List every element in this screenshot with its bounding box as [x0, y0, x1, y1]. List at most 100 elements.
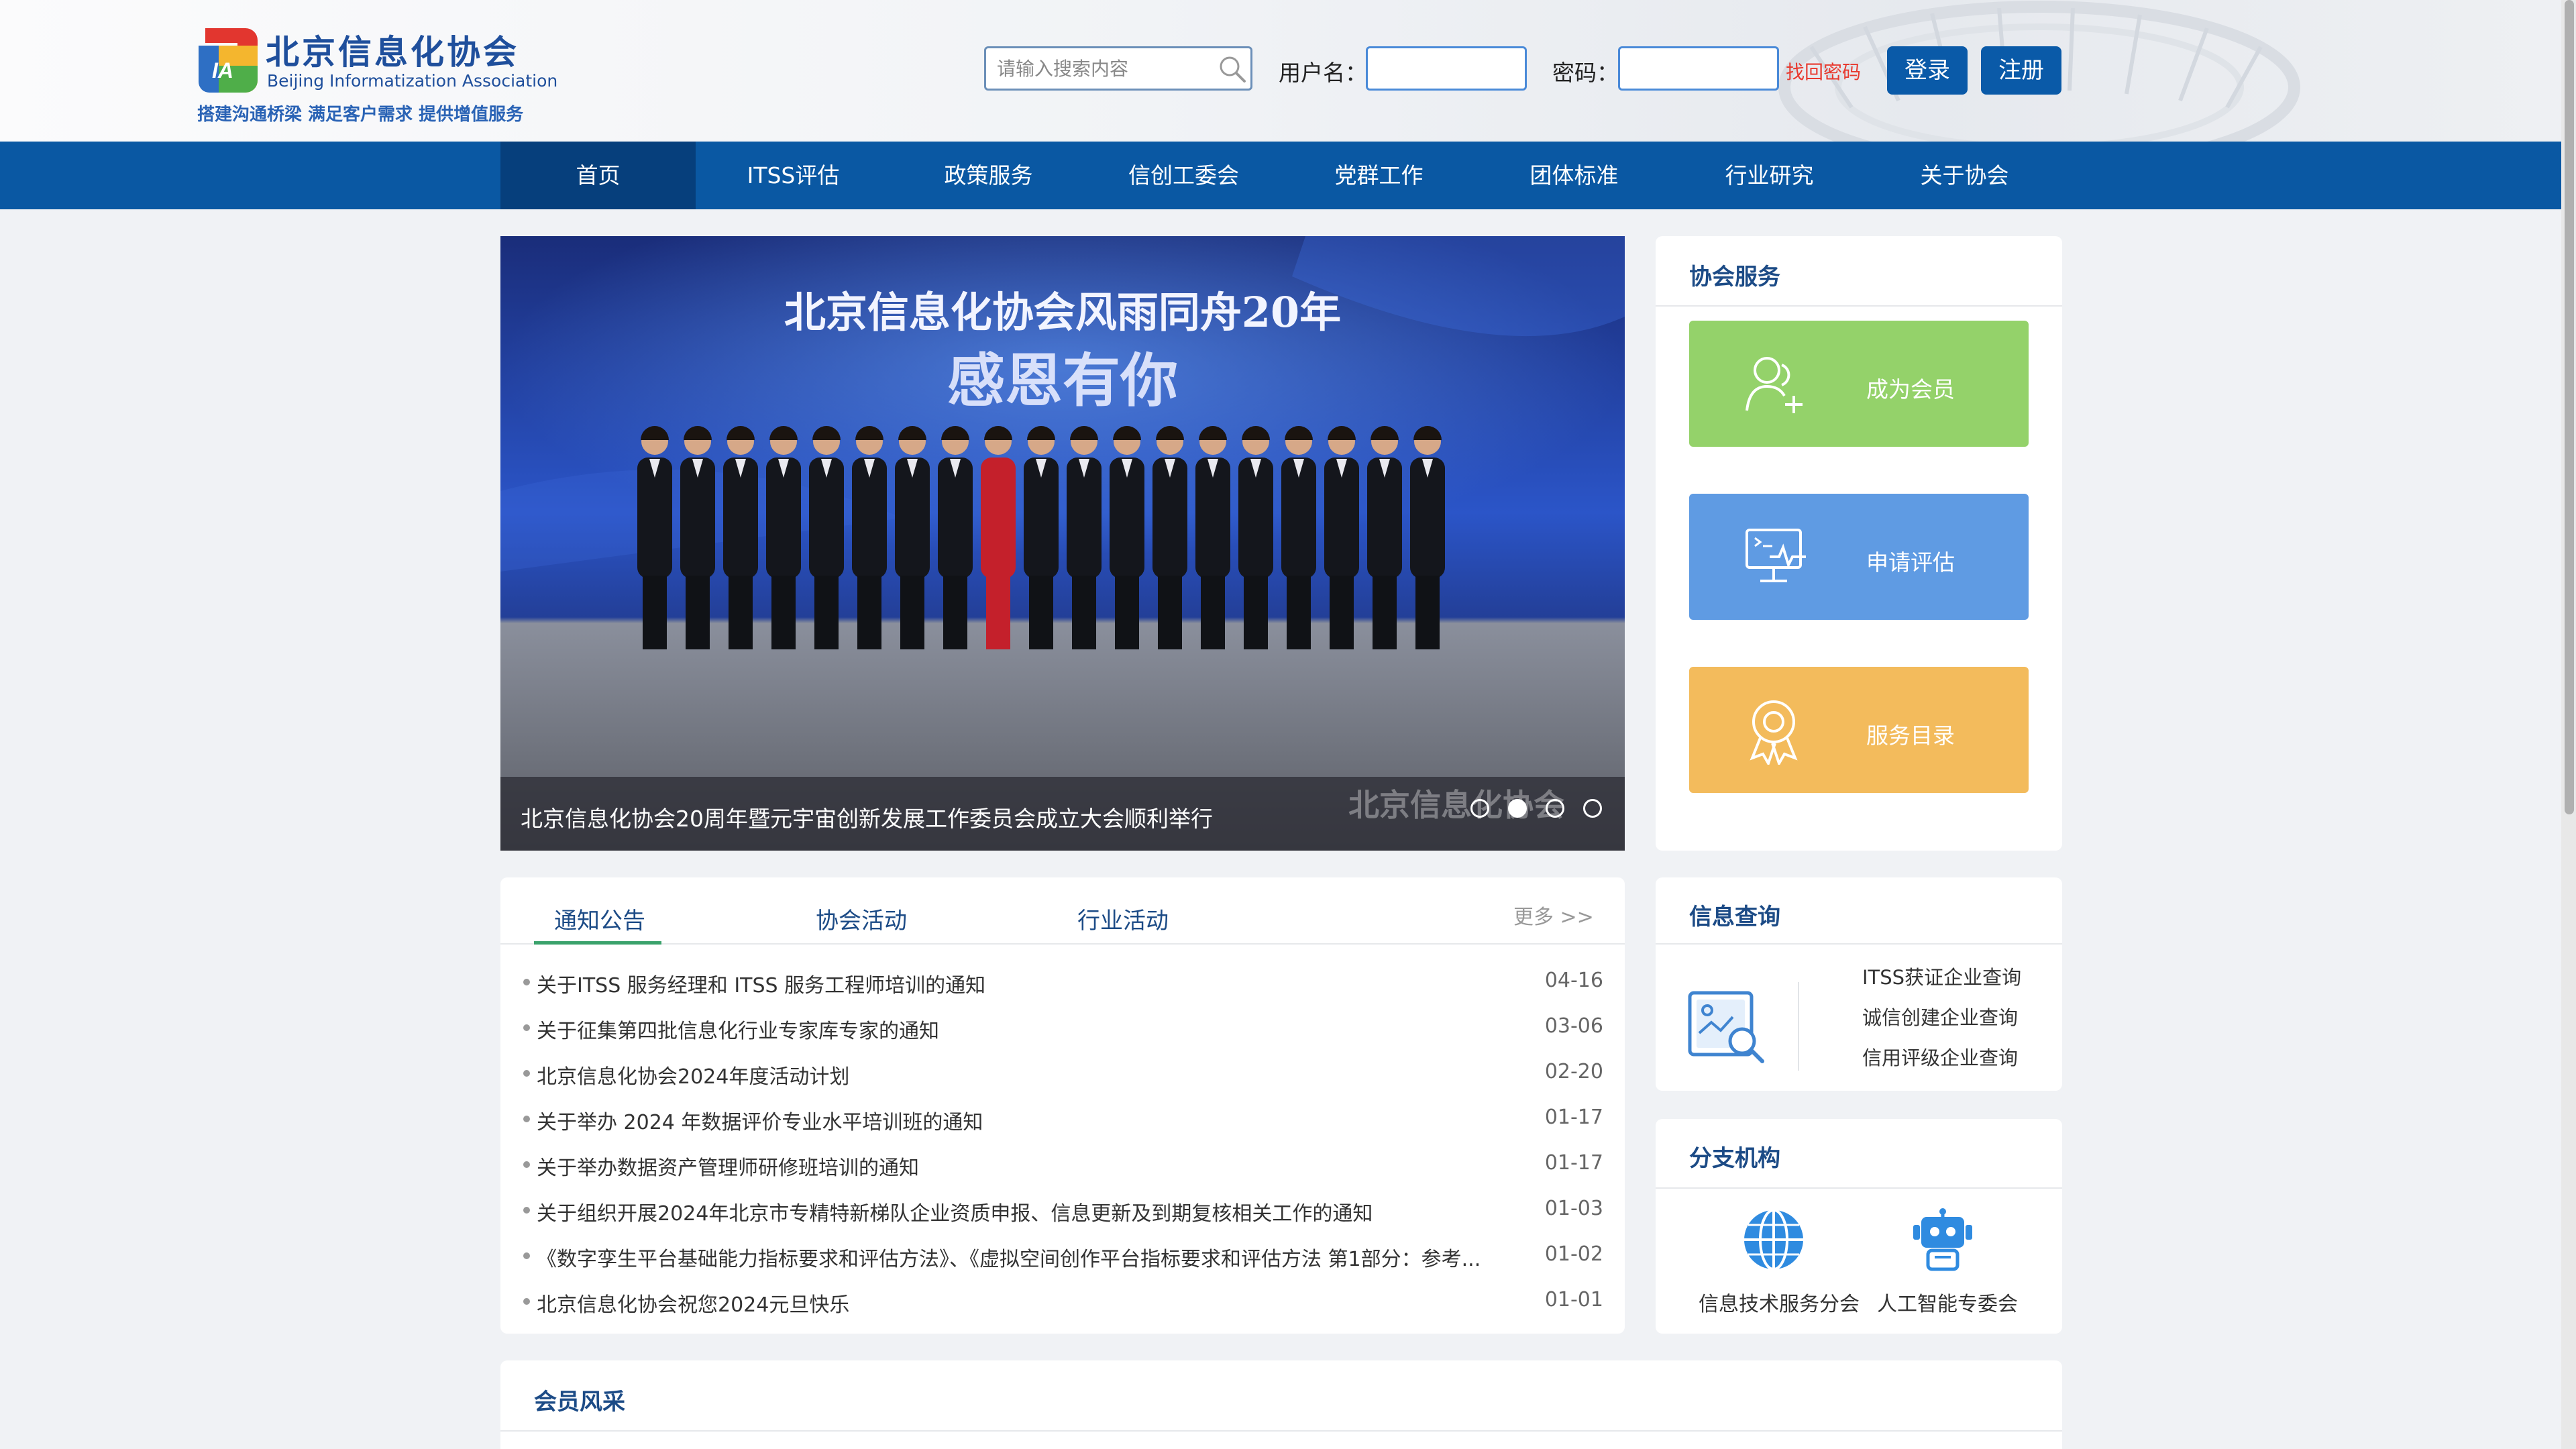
- scrollbar-thumb[interactable]: [2565, 0, 2574, 814]
- query-link-itss[interactable]: ITSS获证企业查询: [1862, 962, 2021, 990]
- nav-item-policy[interactable]: 政策服务: [891, 142, 1086, 209]
- news-title[interactable]: 关于组织开展2024年北京市专精特新梯队企业资质申报、信息更新及到期复核相关工作…: [537, 1197, 1373, 1226]
- news-item[interactable]: 北京信息化协会2024年度活动计划 02-20: [523, 1055, 1603, 1095]
- bullet-icon: [523, 1252, 530, 1259]
- logo-name-en: Beijing Informatization Association: [267, 71, 558, 91]
- search-icon[interactable]: [1217, 54, 1248, 85]
- person-legs: [1201, 576, 1225, 649]
- news-date: 01-03: [1544, 1197, 1603, 1220]
- banner-title-line1: 北京信息化协会风雨同舟20年: [784, 288, 1341, 337]
- service-apply-assessment[interactable]: 申请评估: [1689, 494, 2029, 620]
- photo-watermark: 北京信息化协会: [1348, 787, 1564, 823]
- person-legs: [1244, 576, 1268, 649]
- site-logo[interactable]: IA 北京信息化协会 Beijing Informatization Assoc…: [196, 25, 557, 126]
- branch-ai-committee[interactable]: 人工智能专委会: [1877, 1287, 2018, 1317]
- person-legs: [814, 576, 839, 649]
- site-header: IA 北京信息化协会 Beijing Informatization Assoc…: [0, 0, 2561, 142]
- news-title[interactable]: 关于ITSS 服务经理和 ITSS 服务工程师培训的通知: [537, 969, 985, 998]
- logo-slogan: 搭建沟通桥梁 满足客户需求 提供增值服务: [197, 105, 524, 125]
- news-date: 01-17: [1544, 1106, 1603, 1129]
- service-catalog[interactable]: 服务目录: [1689, 667, 2029, 793]
- branches-divider: [1656, 1187, 2062, 1189]
- document-search-icon: [1688, 991, 1764, 1063]
- carousel-dot-4[interactable]: [1583, 799, 1602, 818]
- news-tab-divider: [500, 943, 1625, 945]
- robot-icon[interactable]: [1911, 1208, 1975, 1272]
- news-title[interactable]: 北京信息化协会2024年度活动计划: [537, 1060, 849, 1089]
- logo-mark-text: IA: [212, 58, 233, 83]
- nav-item-about[interactable]: 关于协会: [1867, 142, 2062, 209]
- carousel-caption[interactable]: 北京信息化协会20周年暨元宇宙创新发展工作委员会成立大会顺利举行: [521, 801, 1213, 833]
- person-legs: [686, 576, 710, 649]
- person-legs: [1158, 576, 1182, 649]
- services-title: 协会服务: [1689, 264, 1780, 290]
- person-legs: [900, 576, 924, 649]
- news-item[interactable]: 《数字孪生平台基础能力指标要求和评估方法》、《虚拟空间创作平台指标要求和评估方法…: [523, 1237, 1603, 1277]
- nav-item-home[interactable]: 首页: [500, 142, 696, 209]
- service-become-member[interactable]: 成为会员: [1689, 321, 2029, 447]
- password-field[interactable]: [1618, 46, 1779, 91]
- query-link-integrity[interactable]: 诚信创建企业查询: [1862, 1002, 2018, 1030]
- news-date: 01-02: [1544, 1242, 1603, 1266]
- tab-industry-activities[interactable]: 行业活动: [1077, 902, 1169, 935]
- search-input[interactable]: [997, 54, 1212, 83]
- news-title[interactable]: 关于举办数据资产管理师研修班培训的通知: [537, 1151, 919, 1181]
- logo-name-cn: 北京信息化协会: [266, 32, 519, 72]
- query-link-credit[interactable]: 信用评级企业查询: [1862, 1042, 2018, 1071]
- carousel-dot-3[interactable]: [1546, 799, 1564, 818]
- person-legs: [1287, 576, 1311, 649]
- members-panel: [500, 1360, 2062, 1449]
- banner-photo: 北京信息化协会风雨同舟20年 感恩有你: [500, 236, 1625, 851]
- news-item[interactable]: 关于举办数据资产管理师研修班培训的通知 01-17: [523, 1146, 1603, 1186]
- news-item[interactable]: 关于组织开展2024年北京市专精特新梯队企业资质申报、信息更新及到期复核相关工作…: [523, 1191, 1603, 1232]
- bullet-icon: [523, 1070, 530, 1077]
- news-item[interactable]: 关于征集第四批信息化行业专家库专家的通知 03-06: [523, 1009, 1603, 1049]
- carousel-dot-2[interactable]: [1508, 799, 1527, 818]
- more-news-link[interactable]: 更多 >>: [1513, 900, 1594, 930]
- password-label: 密码：: [1552, 60, 1619, 86]
- service-label-catalog: 服务目录: [1866, 722, 1955, 749]
- carousel-dot-1[interactable]: [1470, 799, 1489, 818]
- person-legs: [729, 576, 753, 649]
- branch-it-services[interactable]: 信息技术服务分会: [1699, 1287, 1860, 1317]
- login-button[interactable]: 登录: [1887, 46, 1968, 95]
- news-item[interactable]: 关于ITSS 服务经理和 ITSS 服务工程师培训的通知 04-16: [523, 963, 1603, 1004]
- nav-item-research[interactable]: 行业研究: [1672, 142, 1867, 209]
- username-label: 用户名：: [1279, 60, 1367, 86]
- search-box: [984, 46, 1252, 91]
- monitor-pulse-icon: [1746, 529, 1806, 582]
- banner-carousel[interactable]: 北京信息化协会风雨同舟20年 感恩有你 北京信息化协会20周年暨元宇宙创新发展工…: [500, 236, 1625, 851]
- news-item[interactable]: 关于举办 2024 年数据评价专业水平培训班的通知 01-17: [523, 1100, 1603, 1140]
- news-date: 01-01: [1544, 1288, 1603, 1311]
- logo-mark-icon: IA: [199, 28, 258, 93]
- nav-item-xinchuang[interactable]: 信创工委会: [1086, 142, 1281, 209]
- register-button[interactable]: 注册: [1981, 46, 2061, 95]
- tab-notices[interactable]: 通知公告: [554, 902, 645, 935]
- active-tab-indicator: [534, 941, 661, 945]
- news-title[interactable]: 《数字孪生平台基础能力指标要求和评估方法》、《虚拟空间创作平台指标要求和评估方法…: [537, 1242, 1481, 1272]
- news-title[interactable]: 关于征集第四批信息化行业专家库专家的通知: [537, 1014, 939, 1044]
- news-title[interactable]: 北京信息化协会祝您2024元旦快乐: [537, 1288, 849, 1318]
- info-query-divider: [1656, 943, 2062, 945]
- tab-association-activities[interactable]: 协会活动: [816, 902, 907, 935]
- nav-item-party[interactable]: 党群工作: [1281, 142, 1477, 209]
- news-date: 04-16: [1544, 969, 1603, 992]
- info-query-separator: [1798, 982, 1799, 1071]
- service-label-member: 成为会员: [1866, 376, 1955, 402]
- person-legs: [1029, 576, 1053, 649]
- forgot-password-link[interactable]: 找回密码: [1786, 58, 1861, 85]
- members-divider: [500, 1430, 2062, 1432]
- branches-title: 分支机构: [1689, 1145, 1780, 1172]
- bullet-icon: [523, 1298, 530, 1305]
- person-legs: [1072, 576, 1096, 649]
- nav-item-itss[interactable]: ITSS评估: [696, 142, 891, 209]
- services-divider: [1656, 305, 2062, 307]
- news-title[interactable]: 关于举办 2024 年数据评价专业水平培训班的通知: [537, 1106, 983, 1135]
- news-item[interactable]: 北京信息化协会祝您2024元旦快乐 01-01: [523, 1283, 1603, 1323]
- service-label-assessment: 申请评估: [1866, 549, 1955, 576]
- award-ribbon-icon: [1750, 700, 1798, 765]
- username-field[interactable]: [1366, 46, 1527, 91]
- globe-network-icon[interactable]: [1741, 1208, 1806, 1272]
- person-legs: [643, 576, 667, 649]
- nav-item-standards[interactable]: 团体标准: [1477, 142, 1672, 209]
